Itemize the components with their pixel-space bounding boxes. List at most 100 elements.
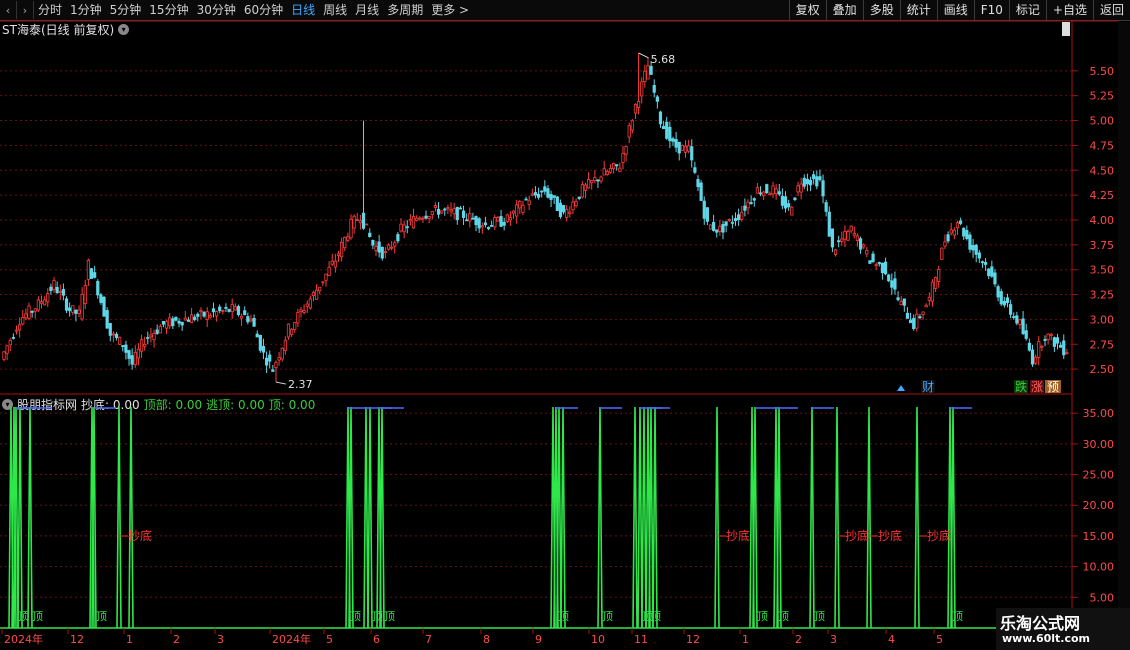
candle-body [133, 351, 137, 366]
time-label-14: 1 [742, 633, 749, 646]
candle-body [99, 294, 103, 303]
candle-body [164, 321, 169, 329]
candle-body [93, 272, 97, 278]
candle-body [518, 201, 522, 209]
low-arrow [275, 381, 287, 385]
candle-body [368, 232, 372, 237]
candle-body [224, 307, 228, 309]
time-label-3: 2 [173, 633, 180, 646]
candle-body [383, 251, 387, 254]
time-label-2: 1 [126, 633, 133, 646]
candle-body [130, 355, 134, 365]
top-marker-label-11: 顶 [778, 610, 789, 623]
time-label-15: 2 [795, 633, 802, 646]
candle-body [411, 216, 416, 229]
candle-body [311, 291, 316, 296]
candle-body [818, 176, 822, 181]
candle-body [96, 280, 100, 296]
candle-body [343, 236, 347, 249]
candle-body [480, 225, 484, 228]
candle-body [80, 293, 84, 320]
main-tick-label-9: 4.75 [1090, 139, 1115, 152]
candle-body [974, 244, 978, 255]
candle-body [352, 215, 356, 229]
candle-body [790, 206, 794, 216]
candle-body [330, 260, 334, 265]
candle-body [43, 299, 47, 306]
candle-body [111, 333, 116, 336]
candle-body [983, 262, 988, 265]
signal-spike-32 [834, 407, 840, 629]
candle-body [205, 311, 209, 320]
candle-body [346, 236, 350, 241]
candle-body [561, 205, 566, 213]
candle-body [958, 220, 963, 224]
candle-body [39, 301, 44, 304]
candle-body [599, 176, 603, 182]
signal-spikes [8, 407, 956, 629]
candle-body [1049, 333, 1053, 336]
candle-body [937, 268, 941, 282]
candle-body [465, 219, 469, 222]
signal-spike-31 [809, 407, 815, 629]
candles [2, 52, 1069, 383]
candle-body [611, 162, 616, 169]
candle-body [930, 281, 935, 302]
high-label: 5.68 [651, 53, 676, 66]
watermark-title: 乐淘公式网 [1000, 614, 1081, 633]
signal-spike-19 [597, 407, 603, 629]
candle-body [849, 225, 853, 232]
candle-body [899, 300, 903, 306]
ind-tick-label-6: 35.00 [1083, 407, 1115, 420]
candle-body [621, 153, 625, 163]
candle-body [665, 121, 669, 139]
candle-body [905, 312, 910, 319]
candle-body [712, 221, 716, 231]
candle-body [424, 215, 428, 219]
candle-body [296, 312, 300, 324]
candle-body [971, 245, 975, 251]
candle-body [221, 310, 225, 312]
blue-triangle-icon [897, 385, 905, 391]
candle-body [533, 192, 538, 196]
candle-body [86, 259, 91, 280]
candle-body [515, 204, 519, 217]
candle-body [511, 210, 516, 214]
candle-body [680, 144, 684, 151]
candle-body [446, 207, 450, 210]
candle-body [496, 217, 500, 222]
candle-body [143, 343, 147, 347]
candle-body [440, 210, 444, 214]
candle-body [486, 227, 491, 230]
candle-body [987, 268, 991, 277]
candle-body [155, 329, 159, 334]
top-marker-label-3: 顶 [350, 610, 361, 623]
candle-body [243, 310, 247, 316]
candle-body [365, 223, 369, 226]
candle-body [586, 179, 591, 189]
candle-body [474, 216, 478, 226]
candle-body [880, 262, 885, 274]
candle-body [546, 188, 550, 198]
badge-cai: 财 [922, 380, 934, 394]
signal-spike-25 [652, 407, 658, 629]
candle-body [64, 298, 69, 311]
candle-body [321, 281, 325, 284]
candle-body [774, 188, 778, 195]
candle-body [687, 145, 691, 152]
candle-body [640, 81, 644, 97]
candle-body [636, 101, 641, 108]
chart-canvas[interactable]: 2.50 2.75 3.00 3.25 3.50 3.75 4.00 4.25 4.50 4.75… [0, 0, 1130, 650]
candle-body [402, 224, 406, 233]
time-label-18: 5 [936, 633, 943, 646]
candle-body [671, 138, 675, 142]
candle-body [83, 285, 87, 304]
candle-body [558, 202, 563, 217]
candle-body [855, 235, 860, 241]
candle-body [565, 209, 569, 218]
candle-body [668, 126, 672, 142]
bottom-marker-label-0: 抄底 [128, 528, 152, 543]
candle-body [893, 278, 897, 290]
candle-body [11, 337, 15, 339]
candle-body [980, 261, 985, 264]
